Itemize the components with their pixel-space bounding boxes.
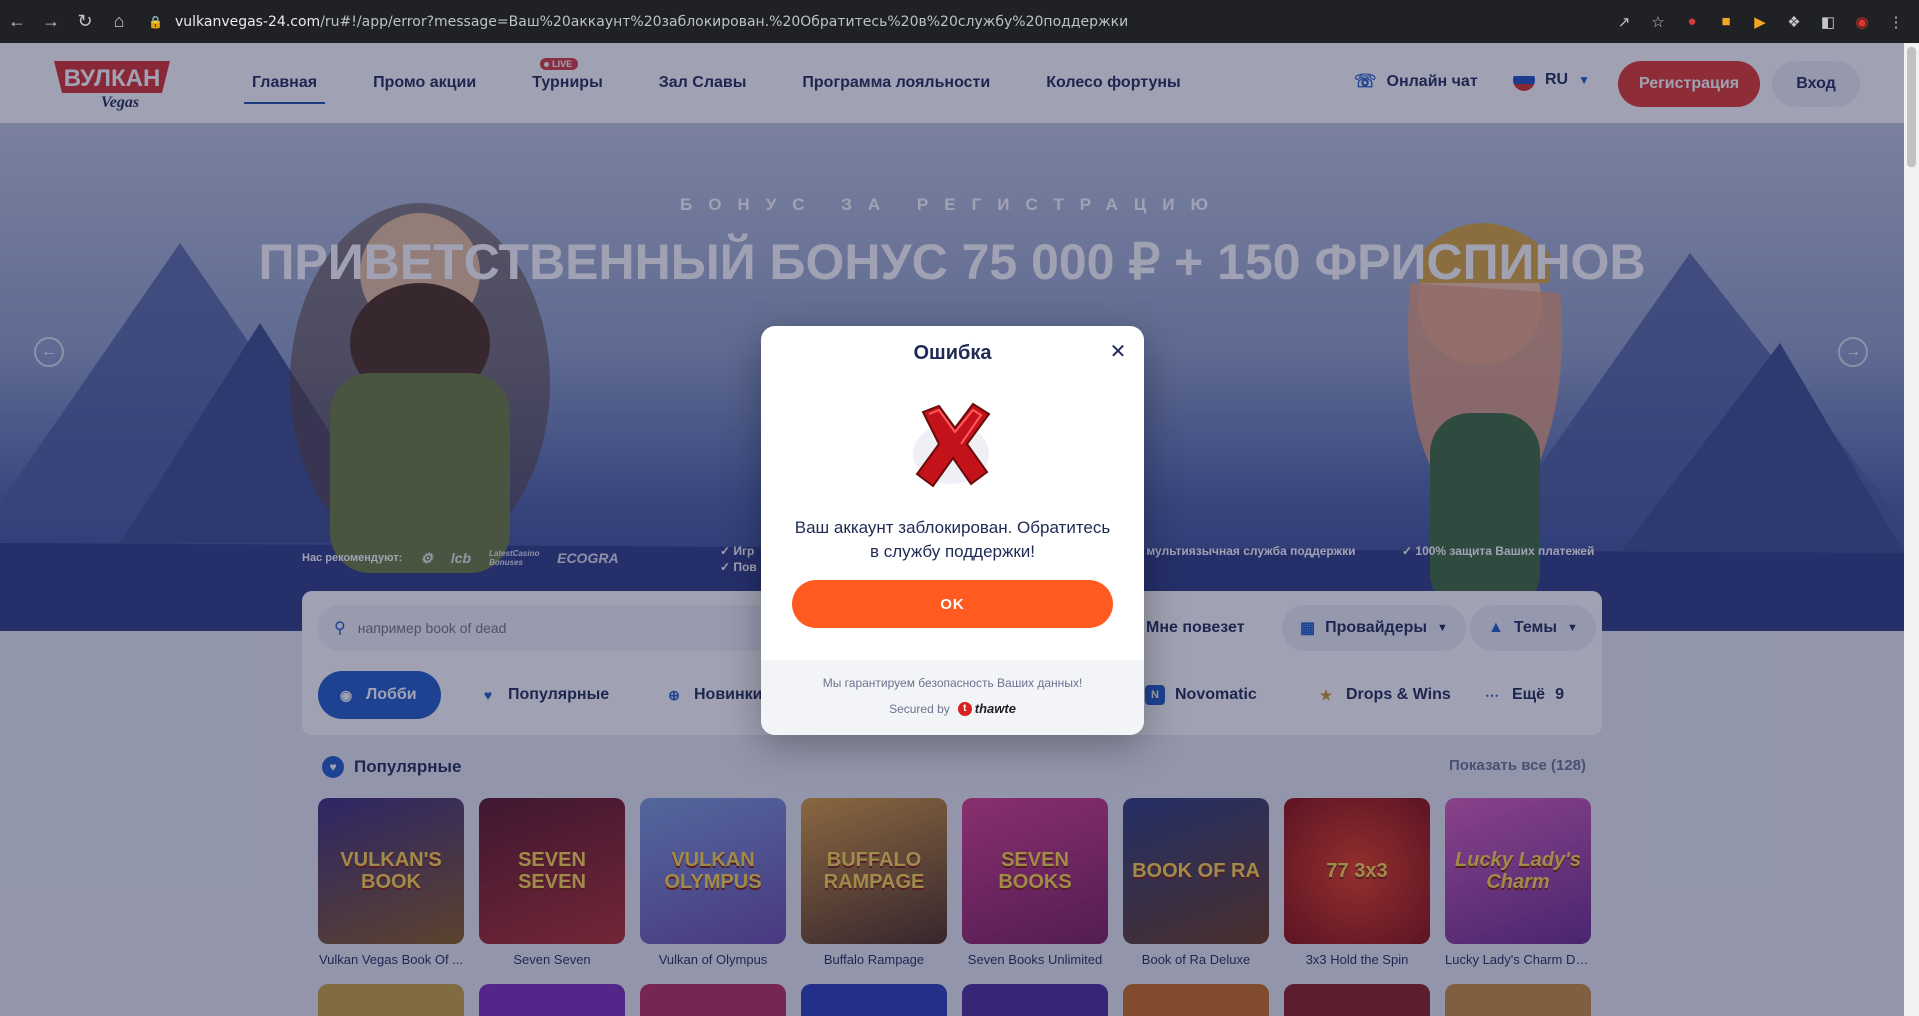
share-icon[interactable]: ↗ xyxy=(1615,13,1633,31)
security-guarantee-text: Мы гарантируем безопасность Ваших данных… xyxy=(822,676,1083,690)
extensions-area: ↗ ☆ ● ■ ▶ ❖ ◧ ◉ ⋮ xyxy=(1615,13,1905,31)
extension-icon[interactable]: ■ xyxy=(1717,13,1735,31)
reload-icon[interactable]: ↻ xyxy=(68,5,102,39)
lock-icon: 🔒 xyxy=(148,14,163,29)
side-panel-icon[interactable]: ◧ xyxy=(1819,13,1837,31)
ok-button[interactable]: OK xyxy=(792,580,1113,628)
dialog-title: Ошибка xyxy=(913,342,992,364)
url-host: vulkanvegas-24.com xyxy=(174,13,321,30)
menu-kebab-icon[interactable]: ⋮ xyxy=(1887,13,1905,31)
scrollbar-thumb[interactable] xyxy=(1907,47,1916,167)
forward-icon[interactable]: → xyxy=(34,5,68,39)
home-icon[interactable]: ⌂ xyxy=(102,5,136,39)
close-icon[interactable]: ✕ xyxy=(1108,342,1128,362)
dialog-footer: Мы гарантируем безопасность Ваших данных… xyxy=(761,660,1144,735)
puzzle-extensions-icon[interactable]: ❖ xyxy=(1785,13,1803,31)
extension-play-icon[interactable]: ▶ xyxy=(1751,13,1769,31)
address-bar[interactable]: 🔒 vulkanvegas-24.com /ru#!/app/error?mes… xyxy=(148,7,1615,37)
profile-icon[interactable]: ◉ xyxy=(1853,13,1871,31)
error-message: Ваш аккаунт заблокирован. Обратитесь в с… xyxy=(794,518,1111,561)
error-x-icon xyxy=(913,402,991,488)
adblock-extension-icon[interactable]: ● xyxy=(1683,13,1701,31)
bookmark-star-icon[interactable]: ☆ xyxy=(1649,13,1667,31)
back-icon[interactable]: ← xyxy=(0,5,34,39)
secured-by-label: Secured by xyxy=(889,701,950,716)
browser-toolbar: ← → ↻ ⌂ 🔒 vulkanvegas-24.com /ru#!/app/e… xyxy=(0,0,1919,43)
secured-by: Secured by t thawte xyxy=(761,701,1144,716)
thawte-icon: t xyxy=(957,701,972,716)
page-scrollbar[interactable] xyxy=(1904,43,1919,1016)
error-dialog: Ошибка ✕ Ваш аккаунт заблокирован. Обрат… xyxy=(761,326,1144,735)
thawte-logo: t thawte xyxy=(957,701,1016,716)
url-path: /ru#!/app/error?message=Ваш%20аккаунт%20… xyxy=(320,13,1129,30)
